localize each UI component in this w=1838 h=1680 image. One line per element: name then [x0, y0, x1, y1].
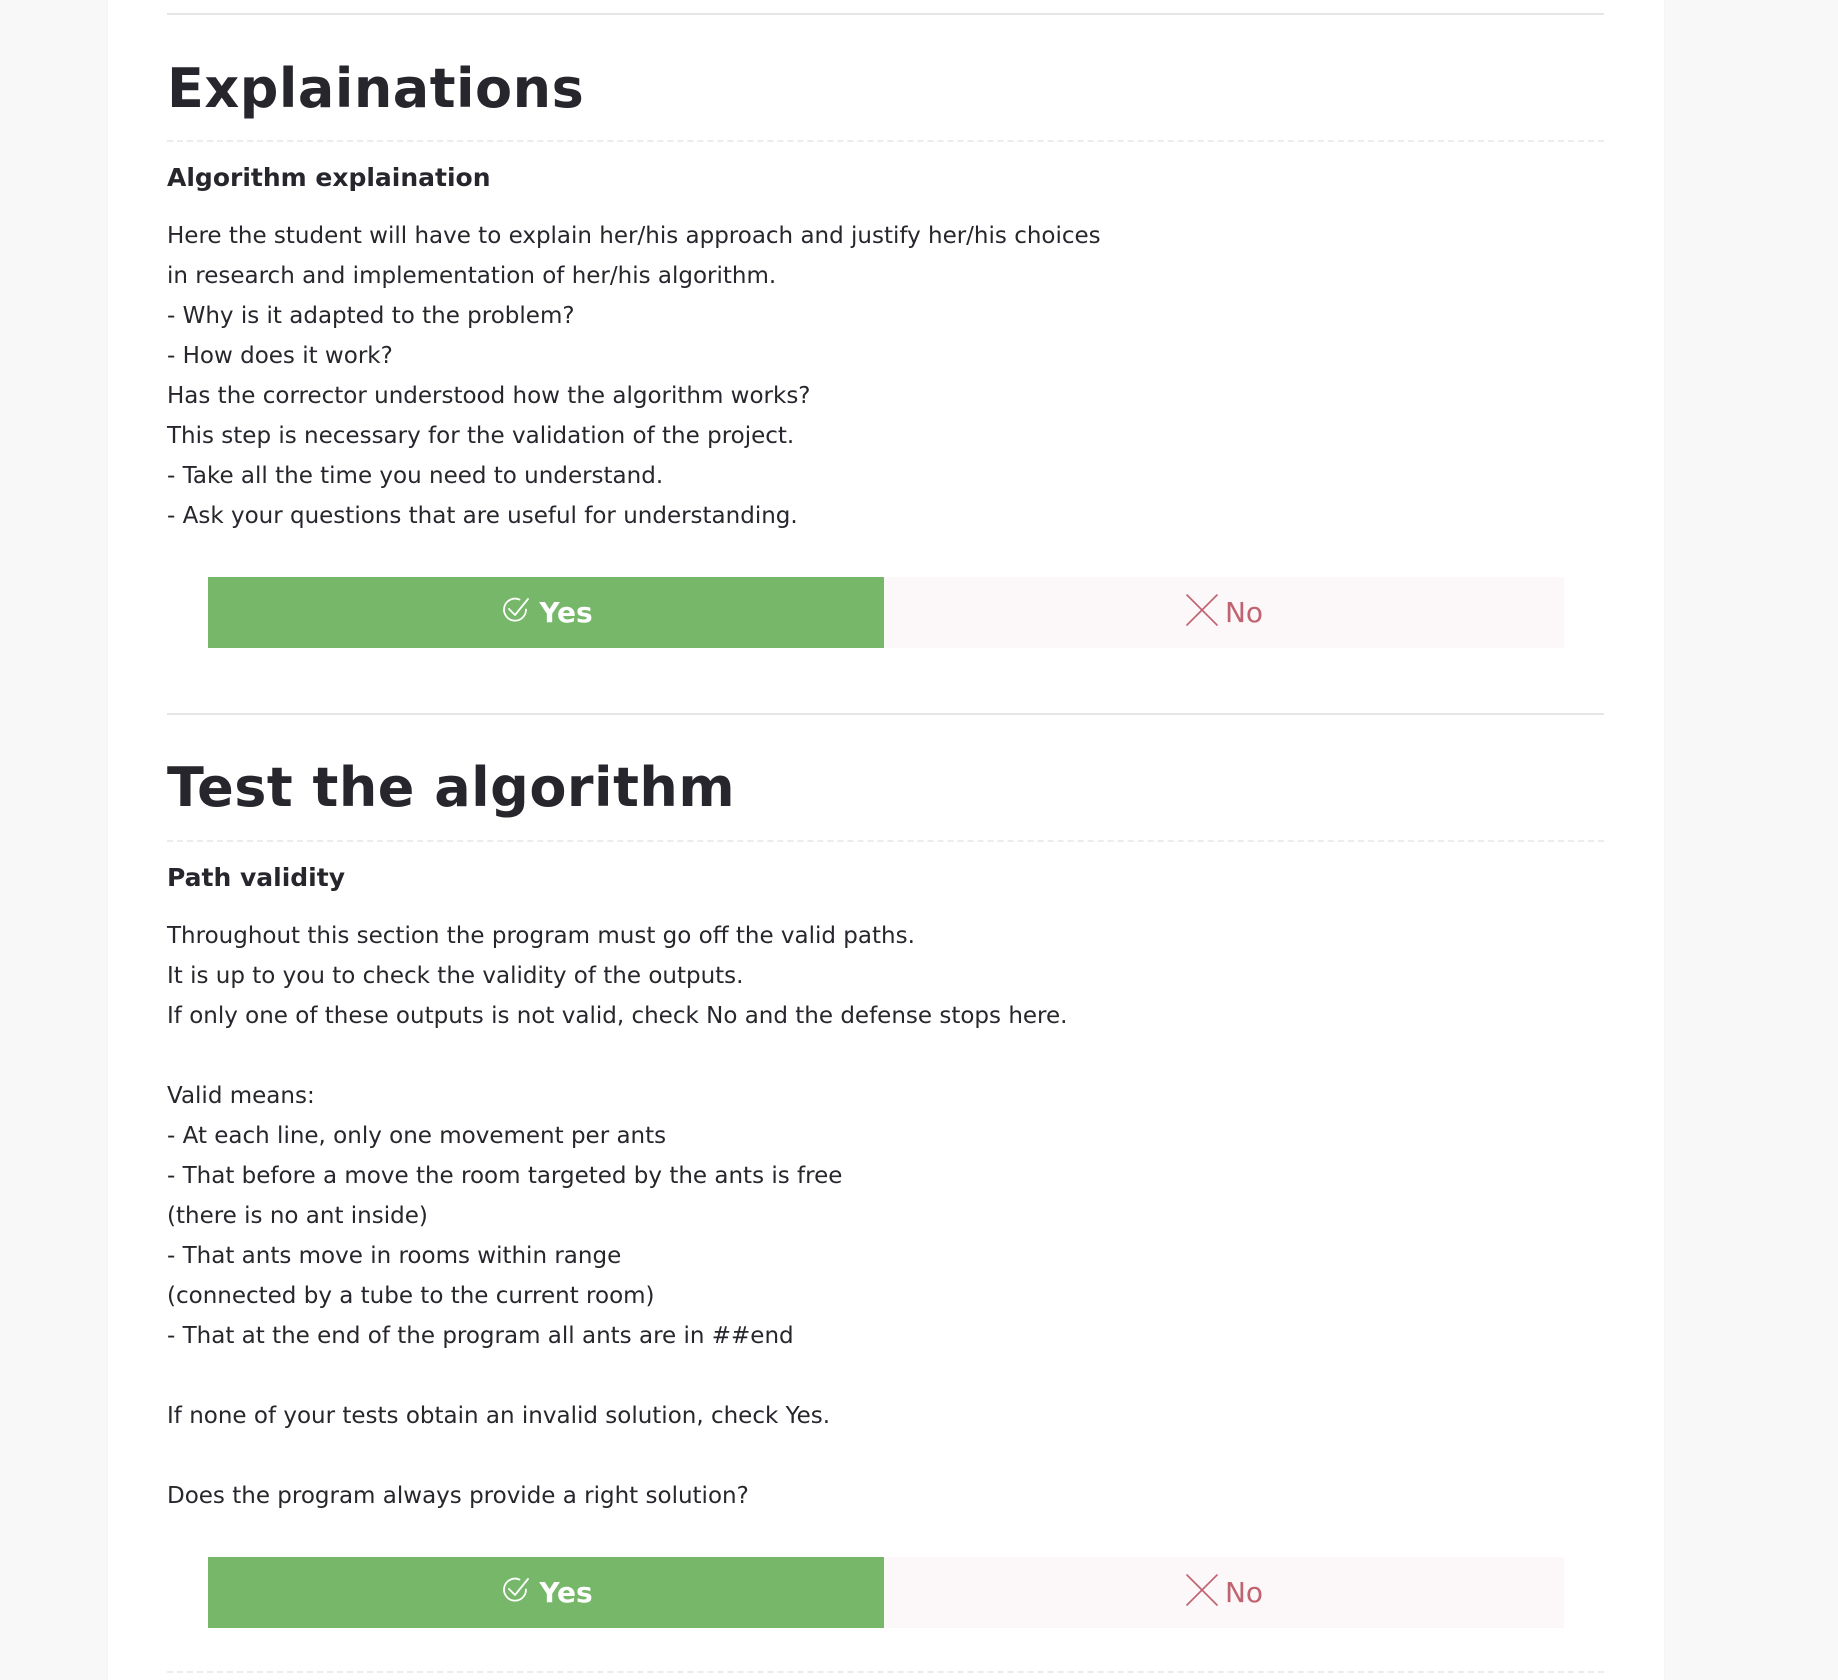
description-line: If only one of these outputs is not vali… [167, 1003, 1068, 1029]
section-title-underline [167, 840, 1604, 842]
description-line: - Take all the time you need to understa… [167, 463, 664, 489]
description-line: (connected by a tube to the current room… [167, 1283, 655, 1309]
answer-toggle: Yes No [208, 577, 1564, 648]
description-line: Valid means: [167, 1083, 315, 1109]
section-title-underline [167, 140, 1604, 142]
description-line: - Ask your questions that are useful for… [167, 503, 798, 529]
description-line: Throughout this section the program must… [167, 923, 915, 949]
description-line: (there is no ant inside) [167, 1203, 428, 1229]
description-line: Has the corrector understood how the alg… [167, 383, 811, 409]
cross-icon [1185, 1573, 1219, 1607]
description-line: - How does it work? [167, 343, 393, 369]
yes-button[interactable]: Yes [208, 577, 884, 648]
description-line [167, 1436, 1467, 1476]
question-title-algorithm-explaination: Algorithm explaination [167, 163, 491, 192]
question-description: Here the student will have to explain he… [167, 216, 1467, 536]
description-line: Here the student will have to explain he… [167, 223, 1101, 249]
check-circle-icon [499, 593, 533, 627]
description-line: - That before a move the room targeted b… [167, 1163, 843, 1189]
no-button[interactable]: No [884, 577, 1564, 648]
yes-label: Yes [539, 1576, 593, 1609]
question-description: Throughout this section the program must… [167, 916, 1467, 1516]
no-label: No [1224, 596, 1264, 629]
section-divider [167, 13, 1604, 15]
no-button[interactable]: No [884, 1557, 1564, 1628]
description-line: in research and implementation of her/hi… [167, 263, 777, 289]
evaluation-page: Explainations Algorithm explaination Her… [108, 0, 1664, 1680]
description-line: - At each line, only one movement per an… [167, 1123, 667, 1149]
section-divider [167, 1671, 1604, 1673]
description-line: It is up to you to check the validity of… [167, 963, 744, 989]
check-circle-icon [499, 1573, 533, 1607]
description-line [167, 1356, 1467, 1396]
question-title-path-validity: Path validity [167, 863, 345, 892]
description-line: This step is necessary for the validatio… [167, 423, 795, 449]
section-divider [167, 713, 1604, 715]
yes-label: Yes [539, 596, 593, 629]
yes-button[interactable]: Yes [208, 1557, 884, 1628]
description-line: - That at the end of the program all ant… [167, 1323, 794, 1349]
cross-icon [1185, 593, 1219, 627]
description-line: - That ants move in rooms within range [167, 1243, 622, 1269]
answer-toggle: Yes No [208, 1557, 1564, 1628]
section-title-test-the-algorithm: Test the algorithm [167, 756, 736, 819]
description-line: If none of your tests obtain an invalid … [167, 1403, 831, 1429]
description-line [167, 1036, 1467, 1076]
section-title-explainations: Explainations [167, 57, 585, 120]
description-line: Does the program always provide a right … [167, 1483, 749, 1509]
no-label: No [1224, 1576, 1264, 1609]
description-line: - Why is it adapted to the problem? [167, 303, 575, 329]
